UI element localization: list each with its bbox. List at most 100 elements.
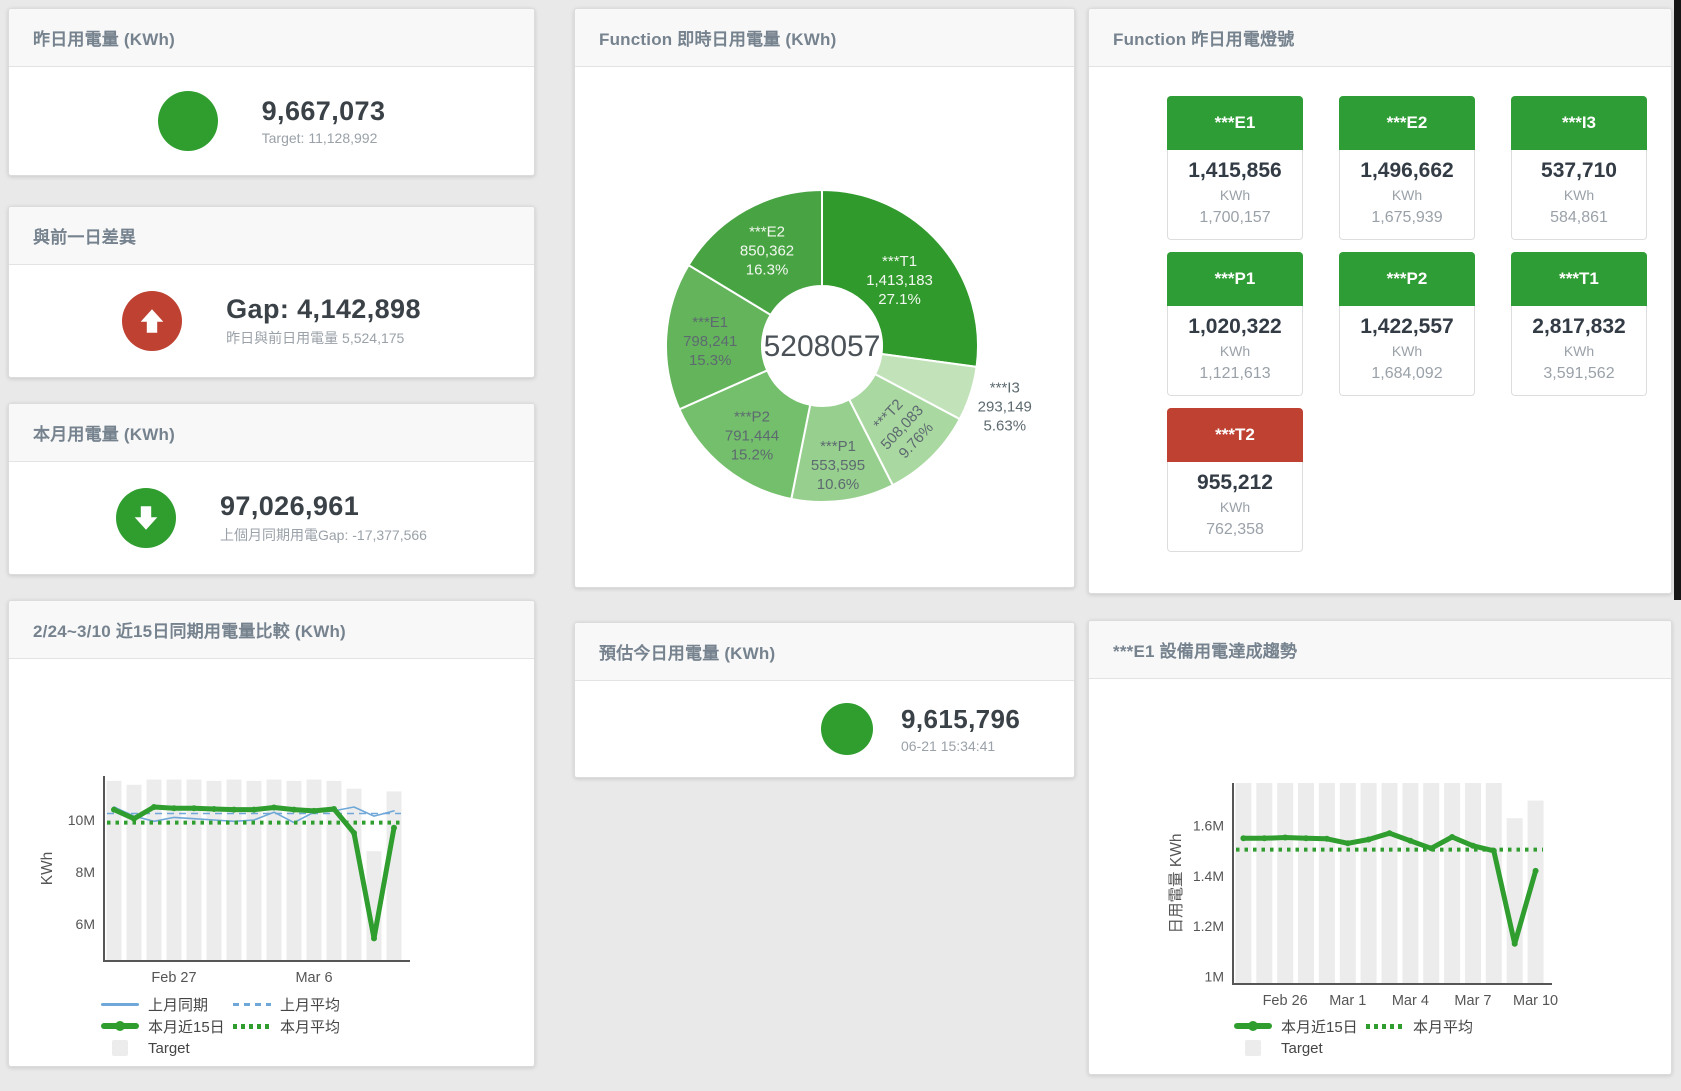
legend-swatch — [101, 998, 139, 1010]
series-point — [1512, 941, 1518, 947]
axis-tick-label: 日用電量 KWh — [1168, 834, 1185, 934]
tile-unit: KWh — [1168, 185, 1302, 206]
legend-swatch — [233, 998, 271, 1010]
series-point — [1345, 840, 1351, 846]
yesterday-usage-value: 9,667,073 — [262, 96, 386, 127]
tile-label: ***T1 — [1511, 252, 1647, 306]
tile-value: 537,710 — [1512, 157, 1646, 185]
status-tile-I3[interactable]: ***I3537,710KWh584,861 — [1511, 96, 1647, 240]
axis-tick-label: 1.4M — [1193, 868, 1224, 884]
panel-header: Function 即時日用電量 (KWh) — [575, 9, 1074, 67]
legend-swatch — [1234, 1042, 1272, 1054]
panel-yesterday-status-lights: Function 昨日用電燈號 ***E11,415,856KWh1,700,1… — [1088, 8, 1672, 594]
tile-target-value: 762,358 — [1168, 518, 1302, 542]
compare15-line-chart[interactable]: 6M8M10MFeb 27Mar 6KWh — [9, 659, 534, 991]
panel-header: 昨日用電量 (KWh) — [9, 9, 534, 67]
legend-label: 上月同期 — [148, 994, 208, 1015]
axis-tick-label: 1M — [1205, 968, 1224, 984]
panel-title: 本月用電量 (KWh) — [33, 420, 175, 445]
legend-label: 本月近15日 — [148, 1016, 225, 1037]
legend-item-本月近15日[interactable]: 本月近15日 — [101, 1016, 233, 1037]
legend-label: Target — [1281, 1040, 1323, 1057]
axis-tick-label: 1.2M — [1193, 918, 1224, 934]
e1-trend-line-chart[interactable]: 1M1.2M1.4M1.6MFeb 26Mar 1Mar 4Mar 7Mar 1… — [1089, 679, 1671, 1009]
tile-body: 1,415,856KWh1,700,157 — [1167, 150, 1303, 240]
e1-trend-legend: 本月近15日本月平均 Target — [1234, 1015, 1498, 1059]
status-tile-grid: ***E11,415,856KWh1,700,157 ***E21,496,662… — [1167, 96, 1649, 552]
axis-tick-label: Mar 1 — [1329, 993, 1366, 1009]
legend-label: 本月平均 — [280, 1016, 340, 1037]
panel-header: 2/24~3/10 近15日同期用電量比較 (KWh) — [9, 601, 534, 659]
panel-realtime-usage-donut: Function 即時日用電量 (KWh) ***T11,413,18327.1… — [574, 8, 1075, 588]
month-usage-value: 97,026,961 — [220, 491, 427, 522]
tile-body: 2,817,832KWh3,591,562 — [1511, 306, 1647, 396]
status-circle-icon — [158, 91, 218, 151]
legend-item-Target[interactable]: Target — [1234, 1040, 1366, 1057]
series-point — [231, 807, 237, 813]
series-point — [151, 804, 157, 810]
series-point — [251, 807, 257, 813]
tile-value: 2,817,832 — [1512, 313, 1646, 341]
series-point — [1324, 836, 1330, 842]
status-tile-P2[interactable]: ***P21,422,557KWh1,684,092 — [1339, 252, 1475, 396]
realtime-usage-donut-chart[interactable]: ***T11,413,18327.1%***I3293,1495.63%***T… — [575, 67, 1074, 588]
series-point — [1240, 835, 1246, 841]
arrow-up-icon — [136, 305, 168, 337]
tile-body: 1,422,557KWh1,684,092 — [1339, 306, 1475, 396]
tile-value: 955,212 — [1168, 469, 1302, 497]
legend-item-上月平均[interactable]: 上月平均 — [233, 994, 365, 1015]
status-tile-E2[interactable]: ***E21,496,662KWh1,675,939 — [1339, 96, 1475, 240]
panel-e1-trend-chart: ***E1 設備用電達成趨勢 1M1.2M1.4M1.6MFeb 26Mar 1… — [1088, 620, 1672, 1075]
panel-yesterday-usage: 昨日用電量 (KWh) 9,667,073 Target: 11,128,992 — [8, 8, 535, 176]
legend-item-Target[interactable]: Target — [101, 1040, 233, 1057]
series-point — [171, 805, 177, 811]
panel-month-usage: 本月用電量 (KWh) 97,026,961 上個月同期用電Gap: -17,3… — [8, 403, 535, 575]
forecast-value: 9,615,796 — [901, 704, 1020, 735]
axis-tick-label: Feb 27 — [151, 970, 196, 986]
donut-slice-label: ***I3293,1495.63% — [978, 380, 1032, 435]
panel-title: 與前一日差異 — [33, 223, 136, 248]
legend-item-本月平均[interactable]: 本月平均 — [1366, 1016, 1498, 1037]
panel-title: 預估今日用電量 (KWh) — [599, 639, 775, 664]
status-tile-E1[interactable]: ***E11,415,856KWh1,700,157 — [1167, 96, 1303, 240]
tile-label: ***P2 — [1339, 252, 1475, 306]
legend-item-本月近15日[interactable]: 本月近15日 — [1234, 1016, 1366, 1037]
status-tile-T2[interactable]: ***T2955,212KWh762,358 — [1167, 408, 1303, 552]
tile-unit: KWh — [1340, 341, 1474, 362]
series-point — [1303, 835, 1309, 841]
legend-swatch — [101, 1042, 139, 1054]
tile-label: ***P1 — [1167, 252, 1303, 306]
status-tile-P1[interactable]: ***P11,020,322KWh1,121,613 — [1167, 252, 1303, 396]
yesterday-usage-target: Target: 11,128,992 — [262, 130, 386, 146]
month-usage-gap: 上個月同期用電Gap: -17,377,566 — [220, 525, 427, 545]
panel-header: Function 昨日用電燈號 — [1089, 9, 1671, 67]
tile-unit: KWh — [1512, 341, 1646, 362]
panel-header: 與前一日差異 — [9, 207, 534, 265]
panel-title: 昨日用電量 (KWh) — [33, 25, 175, 50]
axis-tick-label: KWh — [39, 852, 56, 886]
status-circle-icon — [821, 703, 873, 755]
legend-label: 本月近15日 — [1281, 1016, 1358, 1037]
series-point — [1387, 830, 1393, 836]
tile-value: 1,415,856 — [1168, 157, 1302, 185]
legend-item-本月平均[interactable]: 本月平均 — [233, 1016, 365, 1037]
series-point — [271, 805, 277, 811]
donut-center-total: 5208057 — [764, 330, 881, 363]
tile-target-value: 584,861 — [1512, 206, 1646, 230]
forecast-timestamp: 06-21 15:34:41 — [901, 738, 1020, 754]
legend-item-上月同期[interactable]: 上月同期 — [101, 994, 233, 1015]
series-point — [1533, 868, 1539, 874]
series-point — [191, 805, 197, 811]
series-point — [1261, 835, 1267, 841]
series-point — [111, 807, 117, 813]
axis-tick-label: Mar 4 — [1392, 993, 1429, 1009]
status-tile-T1[interactable]: ***T12,817,832KWh3,591,562 — [1511, 252, 1647, 396]
tile-label: ***E2 — [1339, 96, 1475, 150]
axis-tick-label: 10M — [68, 812, 95, 828]
background-window-edge — [1674, 0, 1681, 600]
axis-tick-label: Mar 7 — [1454, 993, 1491, 1009]
series-point — [391, 825, 397, 831]
panel-title: Function 昨日用電燈號 — [1113, 25, 1294, 50]
panel-15day-compare-chart: 2/24~3/10 近15日同期用電量比較 (KWh) 6M8M10MFeb 2… — [8, 600, 535, 1067]
panel-day-gap: 與前一日差異 Gap: 4,142,898 昨日與前日用電量 5,524,175 — [8, 206, 535, 378]
